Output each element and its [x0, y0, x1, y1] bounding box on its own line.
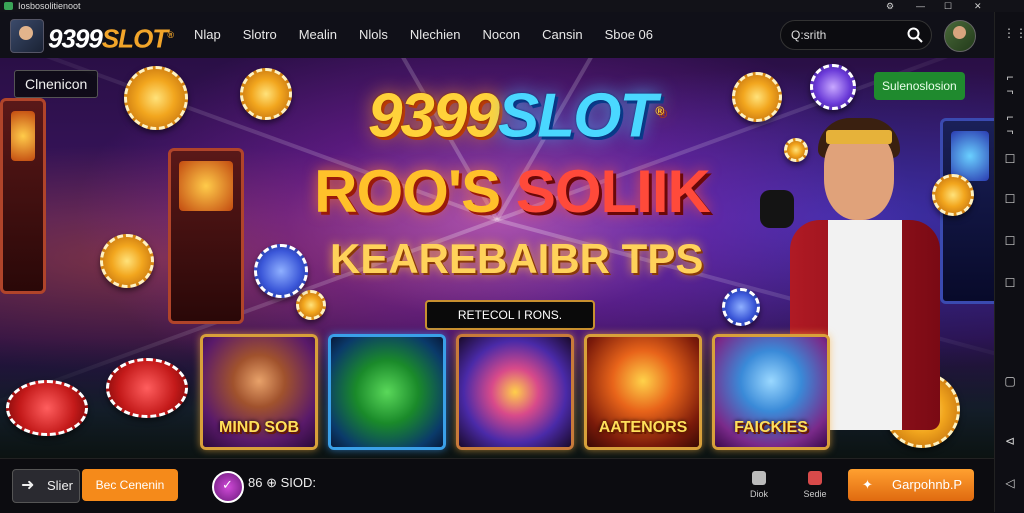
game-card[interactable]: FAICKIES: [712, 334, 830, 450]
logo-number: 9399: [48, 23, 103, 54]
hero-cta-badge[interactable]: Sulenoslosion: [874, 72, 965, 100]
search-placeholder: Q:srith: [791, 28, 827, 42]
search-icon[interactable]: [907, 27, 923, 43]
play-button[interactable]: ✦ Garpohnb.P: [848, 469, 974, 501]
arrow-left-icon: ➜: [21, 477, 35, 494]
gem-art: [459, 337, 571, 447]
site-logo[interactable]: 9399SLOT®: [48, 20, 174, 54]
game-card[interactable]: [328, 334, 446, 450]
red-chip-icon: [106, 358, 188, 418]
game-card[interactable]: [456, 334, 574, 450]
dice-button[interactable]: Diok: [744, 469, 774, 505]
play-icon: ✦: [862, 477, 873, 492]
rail-layout-icon[interactable]: ☐: [1003, 234, 1017, 248]
hero-banner[interactable]: Clnenicon Sulenoslosion 9399SLOT® ROO'S …: [0, 58, 994, 458]
green-monster-art: [331, 337, 443, 447]
top-navbar: 9399SLOT® Nlap Slotro Mealin Nlols Nlech…: [0, 12, 994, 59]
close-button[interactable]: ✕: [974, 0, 982, 12]
settings-icon[interactable]: ⚙: [886, 0, 894, 12]
pointing-hand-icon: [760, 190, 794, 228]
nav-item-7[interactable]: Cansin: [542, 12, 582, 58]
minimize-button[interactable]: —: [916, 0, 925, 12]
rail-expand-icon[interactable]: ⌐ ¬: [1003, 70, 1017, 98]
back-button-label: Slier: [47, 478, 74, 493]
hero-tagline-pill[interactable]: RETECOL I RONS.: [425, 300, 595, 330]
nav-item-8[interactable]: Sboe 06: [605, 12, 653, 58]
nav-item-3[interactable]: Mealin: [299, 12, 337, 58]
search-input[interactable]: Q:srith: [780, 20, 932, 50]
rail-collapse-icon[interactable]: ⌐ ¬: [1003, 110, 1017, 138]
back-button[interactable]: ➜ Slier: [12, 469, 80, 503]
play-button-label: Garpohnb.P: [892, 477, 963, 492]
game-title: FAICKIES: [734, 419, 808, 436]
gift-button[interactable]: Sedie: [800, 469, 830, 505]
blue-chip-icon: [722, 288, 760, 326]
blue-chip-icon: [254, 244, 308, 298]
dice-icon: [752, 471, 766, 485]
gift-label: Sedie: [803, 489, 827, 499]
rail-panel-icon[interactable]: ☐: [1003, 192, 1017, 206]
rail-grip-icon[interactable]: ⋮⋮: [1003, 26, 1024, 40]
logo-word: SLOT: [101, 23, 168, 54]
game-card[interactable]: AATENORS: [584, 334, 702, 450]
gold-chip-icon: [296, 290, 326, 320]
side-rail: ⋮⋮ ⌐ ¬ ⌐ ¬ ☐ ☐ ☐ ☐ ▢ ⊲ ◁: [994, 12, 1024, 512]
gold-chip-icon: [124, 66, 188, 130]
hero-title-mark: ®: [655, 104, 664, 118]
hero-subtitle-b: SOLIIK: [515, 158, 711, 225]
slot-machine-illustration: [168, 148, 244, 324]
bottom-bar: ➜ Slier Bec Cenenin 86 ⊕ SIOD: Diok Sedi…: [0, 458, 994, 513]
rail-frame-icon[interactable]: ☐: [1003, 276, 1017, 290]
logo-registered-mark: ®: [167, 30, 174, 40]
purple-chip-icon: [810, 64, 856, 110]
app-icon: [4, 2, 13, 10]
rail-tab-icon[interactable]: ▢: [1003, 374, 1017, 388]
window-title: Iosbosolitienoot: [18, 1, 81, 11]
dice-label: Diok: [749, 489, 768, 499]
primary-action-button[interactable]: Bec Cenenin: [82, 469, 178, 501]
rail-share-icon[interactable]: ⊲: [1003, 434, 1017, 448]
slot-machine-illustration: [0, 98, 46, 294]
verified-badge-icon[interactable]: [212, 471, 244, 503]
nav-item-6[interactable]: Nocon: [483, 12, 521, 58]
hero-title-word: SLOT: [497, 81, 657, 151]
hero-tagline-large: KEAREBAIBR TPS: [330, 235, 704, 282]
hero-subtitle-a: ROO'S: [314, 158, 501, 225]
hero-category-badge[interactable]: Clnenicon: [14, 70, 99, 98]
window-titlebar: Iosbosolitienoot ⚙ — ☐ ✕: [0, 0, 1024, 12]
rail-back-icon[interactable]: ◁: [1003, 476, 1017, 490]
red-chip-icon: [6, 380, 88, 436]
maximize-button[interactable]: ☐: [944, 0, 952, 12]
nav-item-5[interactable]: Nlechien: [410, 12, 461, 58]
status-text: 86 ⊕ SIOD:: [248, 475, 316, 490]
hero-title: 9399SLOT®: [330, 76, 700, 152]
game-card[interactable]: MIND SOB: [200, 334, 318, 450]
rail-window-icon[interactable]: ☐: [1003, 152, 1017, 166]
main-nav: Nlap Slotro Mealin Nlols Nlechien Nocon …: [194, 12, 675, 58]
hero-subtitle: ROO'S SOLIIK: [272, 158, 752, 226]
nav-item-4[interactable]: Nlols: [359, 12, 388, 58]
game-card-row: MIND SOB AATENORS FAICKIES: [200, 334, 830, 450]
gold-chip-icon: [240, 68, 292, 120]
hero-title-number: 9399: [367, 81, 500, 151]
user-avatar[interactable]: [944, 20, 976, 52]
gift-icon: [808, 471, 822, 485]
crown-icon: [826, 130, 892, 144]
game-title: AATENORS: [598, 419, 688, 436]
game-title: MIND SOB: [219, 419, 299, 436]
nav-item-1[interactable]: Nlap: [194, 12, 221, 58]
logo-avatar-icon[interactable]: [10, 19, 44, 53]
gold-chip-icon: [100, 234, 154, 288]
nav-item-2[interactable]: Slotro: [243, 12, 277, 58]
